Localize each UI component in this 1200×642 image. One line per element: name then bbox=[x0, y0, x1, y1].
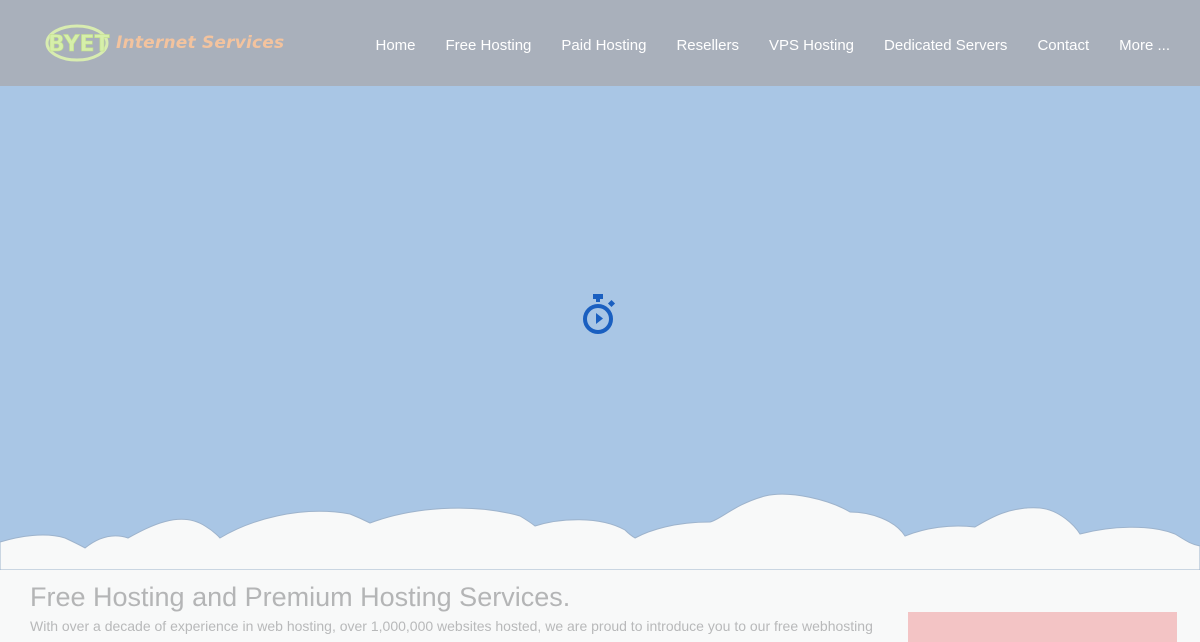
nav-paid-hosting[interactable]: Paid Hosting bbox=[561, 37, 646, 54]
nav-resellers[interactable]: Resellers bbox=[676, 37, 739, 54]
nav-contact[interactable]: Contact bbox=[1037, 37, 1089, 54]
logo-text: Internet Services bbox=[116, 33, 285, 53]
byet-logo-icon: BYET bbox=[44, 22, 110, 64]
cloud-divider bbox=[0, 493, 1200, 570]
main-nav: Home Free Hosting Paid Hosting Resellers… bbox=[346, 0, 1171, 90]
nav-free-hosting[interactable]: Free Hosting bbox=[446, 37, 532, 54]
main-content: Free Hosting and Premium Hosting Service… bbox=[30, 580, 880, 635]
top-navbar: BYET Internet Services Home Free Hosting… bbox=[0, 0, 1200, 86]
site-logo[interactable]: BYET Internet Services bbox=[44, 22, 284, 64]
nav-home[interactable]: Home bbox=[376, 37, 416, 54]
stopwatch-icon bbox=[580, 292, 618, 338]
intro-paragraph: With over a decade of experience in web … bbox=[30, 618, 873, 634]
page-headline: Free Hosting and Premium Hosting Service… bbox=[30, 582, 571, 612]
logo-mark-text: BYET bbox=[48, 32, 110, 57]
signup-panel bbox=[908, 612, 1177, 642]
nav-vps-hosting[interactable]: VPS Hosting bbox=[769, 37, 854, 54]
nav-more[interactable]: More ... bbox=[1119, 37, 1170, 54]
nav-dedicated-servers[interactable]: Dedicated Servers bbox=[884, 37, 1007, 54]
